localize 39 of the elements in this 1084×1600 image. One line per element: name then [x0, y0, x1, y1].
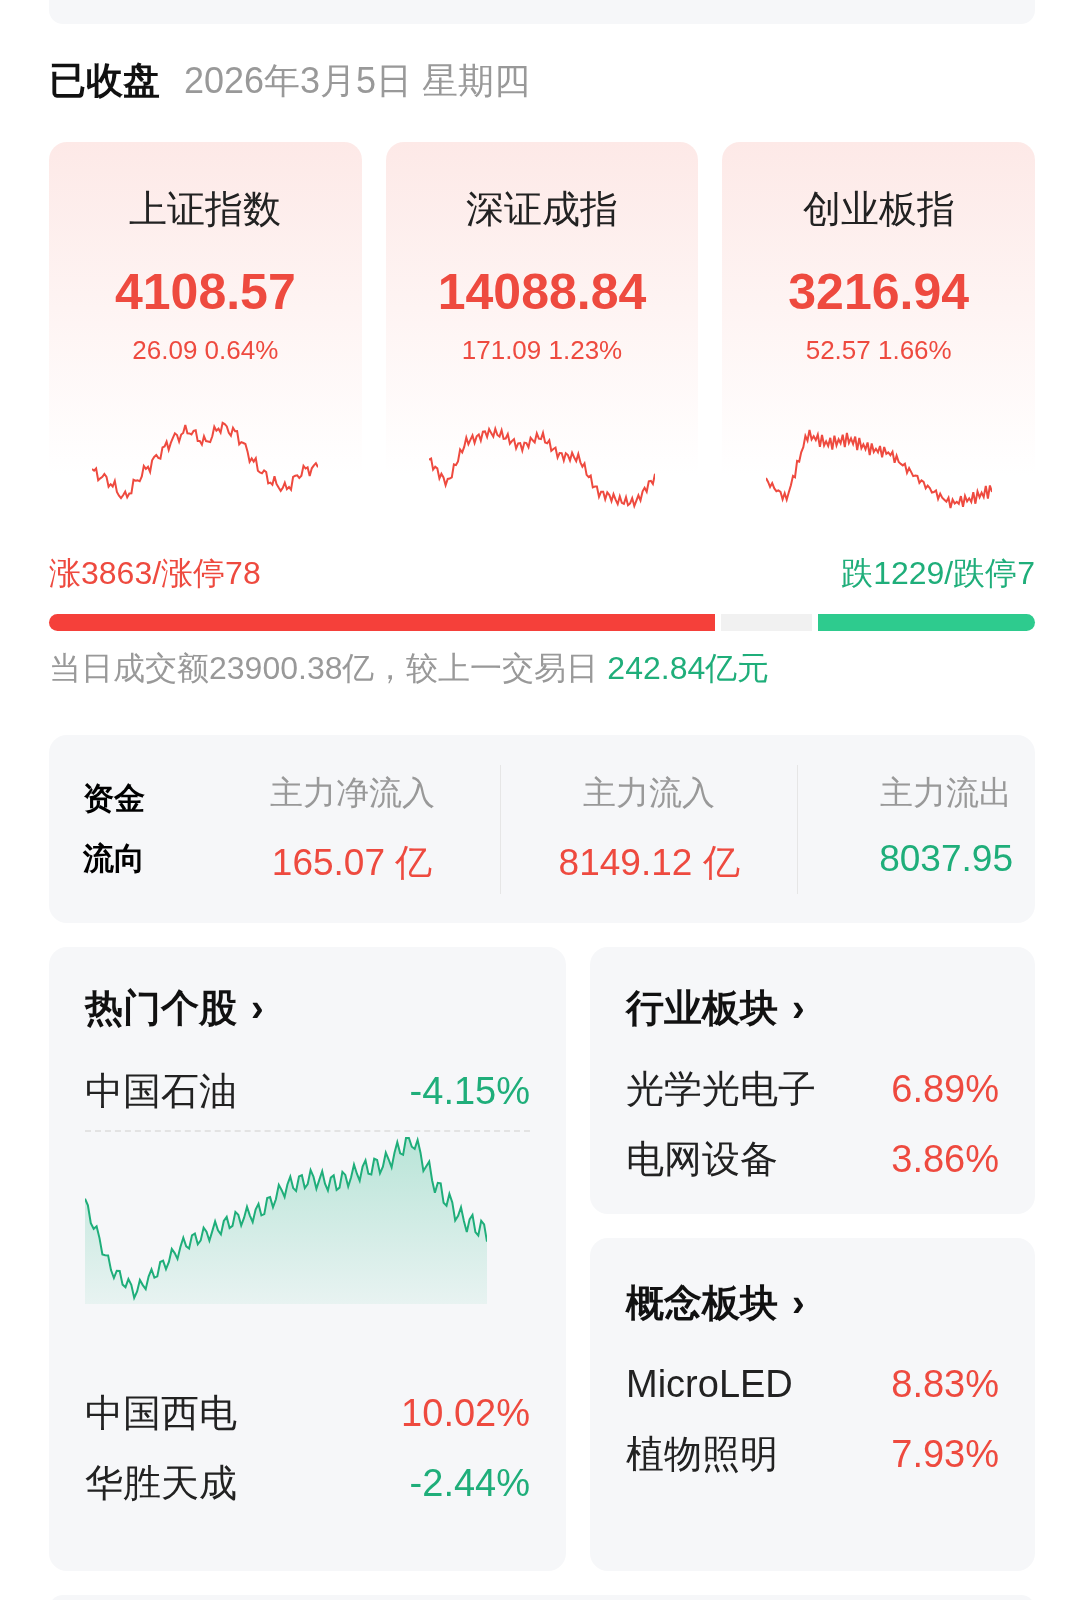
- flow-label: 主力净流入: [269, 772, 435, 813]
- index-value: 14088.84: [437, 263, 647, 321]
- change-percent: 8.83%: [891, 1362, 999, 1406]
- change-percent: -4.15%: [409, 1069, 530, 1113]
- index-change: 26.09 0.64%: [132, 335, 279, 366]
- flow-label: 主力流出: [880, 772, 1013, 813]
- stock-name: 植物照明: [626, 1431, 778, 1477]
- index-change: 171.09 1.23%: [461, 335, 623, 366]
- date-text: 2026年3月5日 星期四: [184, 59, 531, 103]
- change-percent: -2.44%: [409, 1461, 530, 1505]
- stock-name: 中国西电: [85, 1390, 237, 1436]
- index-name: 创业板指: [802, 187, 955, 232]
- market-status: 已收盘: [49, 59, 160, 103]
- section-title-link[interactable]: 概念板块 ›: [626, 1278, 999, 1329]
- change-percent: 6.89%: [891, 1067, 999, 1111]
- change-percent: 10.02%: [401, 1391, 530, 1435]
- turnover-text: 当日成交额23900.38亿，较上一交易日: [49, 650, 599, 686]
- stock-name: 华胜天成: [85, 1460, 237, 1506]
- rise-count: 涨3863/涨停78: [49, 554, 261, 593]
- index-value: 4108.57: [114, 263, 296, 321]
- stock-name: 电网设备: [626, 1136, 778, 1182]
- section-title-link[interactable]: 热门个股 ›: [85, 983, 530, 1034]
- fall-count: 跌1229/跌停7: [841, 554, 1035, 593]
- flow-value: 8149.12 亿: [558, 840, 740, 885]
- flow-value: 165.07 亿: [271, 840, 433, 885]
- index-name: 上证指数: [129, 187, 282, 232]
- turnover-diff: 242.84亿元: [607, 650, 770, 686]
- flow-label: 主力流入: [583, 772, 716, 813]
- flow-value: 8037.95: [879, 837, 1013, 880]
- change-percent: 7.93%: [891, 1432, 999, 1476]
- stock-name: MicroLED: [626, 1362, 793, 1406]
- index-change: 52.57 1.66%: [805, 335, 952, 366]
- stock-name: 中国石油: [85, 1068, 237, 1114]
- index-name: 深证成指: [466, 187, 618, 232]
- section-title-link[interactable]: 行业板块 ›: [626, 983, 999, 1034]
- stock-name: 光学光电子: [626, 1066, 816, 1112]
- index-value: 3216.94: [788, 263, 970, 321]
- fund-flow-title: 资金流向: [83, 780, 146, 878]
- change-percent: 3.86%: [891, 1137, 999, 1181]
